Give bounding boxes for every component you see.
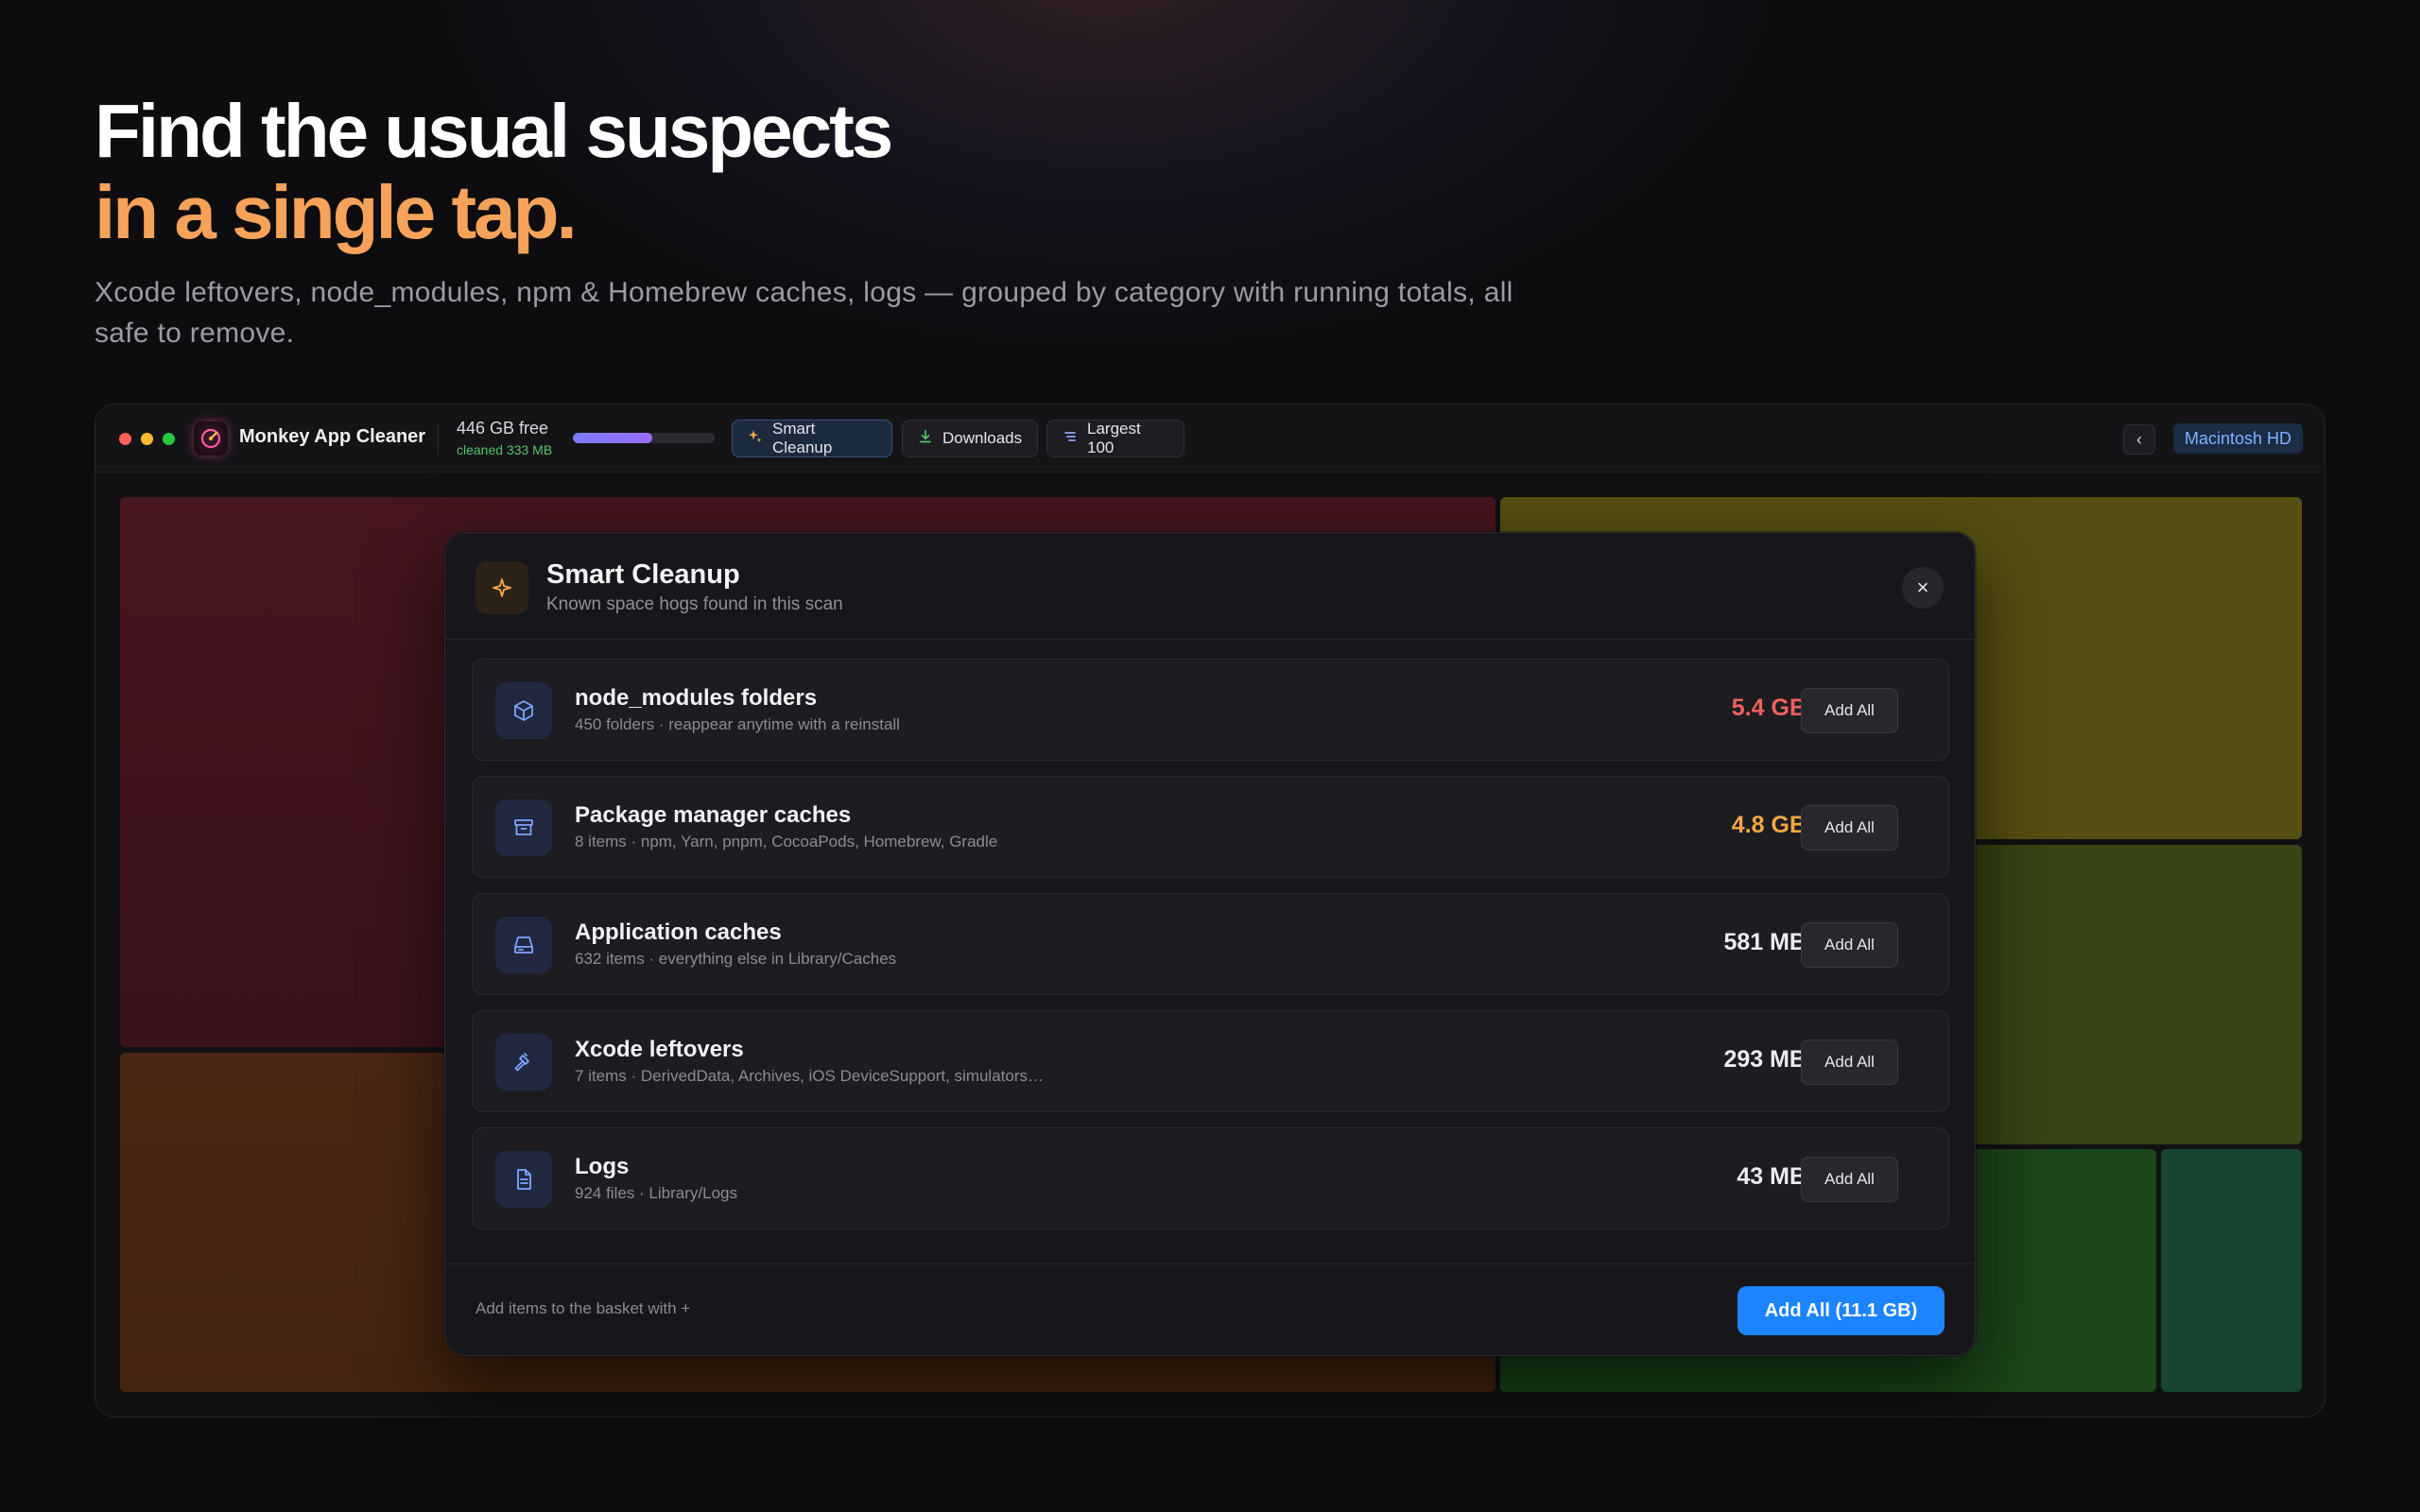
app-logo-icon [194, 421, 228, 455]
drive-icon [495, 917, 552, 973]
add-all-node-modules-button[interactable]: Add All [1801, 688, 1898, 733]
hero-title-line2: in a single tap. [95, 170, 578, 254]
cleanup-row-node-modules: node_modules folders 450 folders · reapp… [472, 659, 1949, 761]
hammer-icon [495, 1034, 552, 1091]
footer-hint: Add items to the basket with + [475, 1299, 691, 1317]
archive-box-icon [495, 799, 552, 856]
smart-cleanup-button[interactable]: Smart Cleanup [732, 420, 892, 457]
largest-100-label: Largest 100 [1087, 420, 1141, 456]
cleanup-row-xcode-leftovers: Xcode leftovers 7 items · DerivedData, A… [472, 1010, 1949, 1112]
add-all-xcode-leftovers-button[interactable]: Add All [1801, 1040, 1898, 1085]
disk-cleaned-label: cleaned 333 MB [457, 442, 553, 457]
cleanup-row-application-caches: Application caches 632 items · everythin… [472, 893, 1949, 995]
disk-usage-bar [573, 433, 715, 443]
cube-icon [495, 682, 552, 739]
row-title: node_modules folders [575, 685, 818, 711]
modal-title: Smart Cleanup [546, 559, 740, 590]
add-all-package-caches-button[interactable]: Add All [1801, 805, 1898, 850]
modal-subtitle: Known space hogs found in this scan [546, 594, 843, 614]
downloads-label: Downloads [942, 429, 1023, 447]
list-icon [1063, 429, 1078, 449]
downloads-button[interactable]: Downloads [902, 420, 1038, 457]
zoom-window-button[interactable] [163, 433, 175, 445]
sparkle-icon [748, 429, 763, 449]
titlebar: Monkey App Cleaner 446 GB free cleaned 3… [95, 404, 2325, 472]
smart-cleanup-modal: Smart Cleanup Known space hogs found in … [444, 532, 1976, 1356]
row-title: Application caches [575, 919, 782, 945]
largest-100-button[interactable]: Largest 100 [1046, 420, 1184, 457]
disk-free-label: 446 GB free [457, 419, 549, 438]
row-description: 924 files · Library/Logs [575, 1184, 737, 1202]
modal-footer: Add items to the basket with + Add All (… [445, 1263, 1975, 1355]
add-all-application-caches-button[interactable]: Add All [1801, 922, 1898, 968]
row-size: 4.8 GB [1731, 812, 1806, 838]
hero-title-line1: Find the usual suspects [95, 89, 893, 173]
row-size: 293 MB [1723, 1046, 1806, 1073]
cleanup-row-logs: Logs 924 files · Library/Logs 43 MB Add … [472, 1127, 1949, 1229]
disk-usage-bar-fill [573, 433, 652, 443]
page: Find the usual suspects in a single tap.… [0, 0, 2420, 1512]
modal-header: Smart Cleanup Known space hogs found in … [445, 533, 1975, 640]
toolbar-divider [438, 423, 439, 455]
row-title: Xcode leftovers [575, 1037, 744, 1062]
modal-close-button[interactable]: × [1902, 567, 1944, 609]
add-all-total-button[interactable]: Add All (11.1 GB) [1737, 1286, 1945, 1335]
row-size: 5.4 GB [1731, 695, 1806, 721]
minimize-window-button[interactable] [141, 433, 153, 445]
sparkle-icon [475, 561, 528, 614]
row-title: Package manager caches [575, 802, 852, 828]
download-icon [918, 429, 933, 449]
document-icon [495, 1151, 552, 1208]
hero-title: Find the usual suspects in a single tap. [95, 89, 893, 254]
row-description: 7 items · DerivedData, Archives, iOS Dev… [575, 1067, 1045, 1085]
cleanup-row-package-caches: Package manager caches 8 items · npm, Ya… [472, 776, 1949, 878]
close-window-button[interactable] [119, 433, 131, 445]
row-size: 43 MB [1737, 1163, 1806, 1190]
back-button[interactable]: ‹ [2123, 424, 2155, 455]
row-description: 450 folders · reappear anytime with a re… [575, 715, 900, 733]
app-name: Monkey App Cleaner [239, 426, 426, 447]
row-description: 8 items · npm, Yarn, pnpm, CocoaPods, Ho… [575, 833, 998, 850]
row-title: Logs [575, 1154, 630, 1179]
smart-cleanup-label: Smart Cleanup [772, 420, 833, 456]
row-description: 632 items · everything else in Library/C… [575, 950, 897, 968]
hero-subtitle: Xcode leftovers, node_modules, npm & Hom… [95, 277, 1513, 349]
disk-selector[interactable]: Macintosh HD [2173, 423, 2304, 454]
add-all-logs-button[interactable]: Add All [1801, 1157, 1898, 1202]
row-size: 581 MB [1723, 929, 1806, 955]
